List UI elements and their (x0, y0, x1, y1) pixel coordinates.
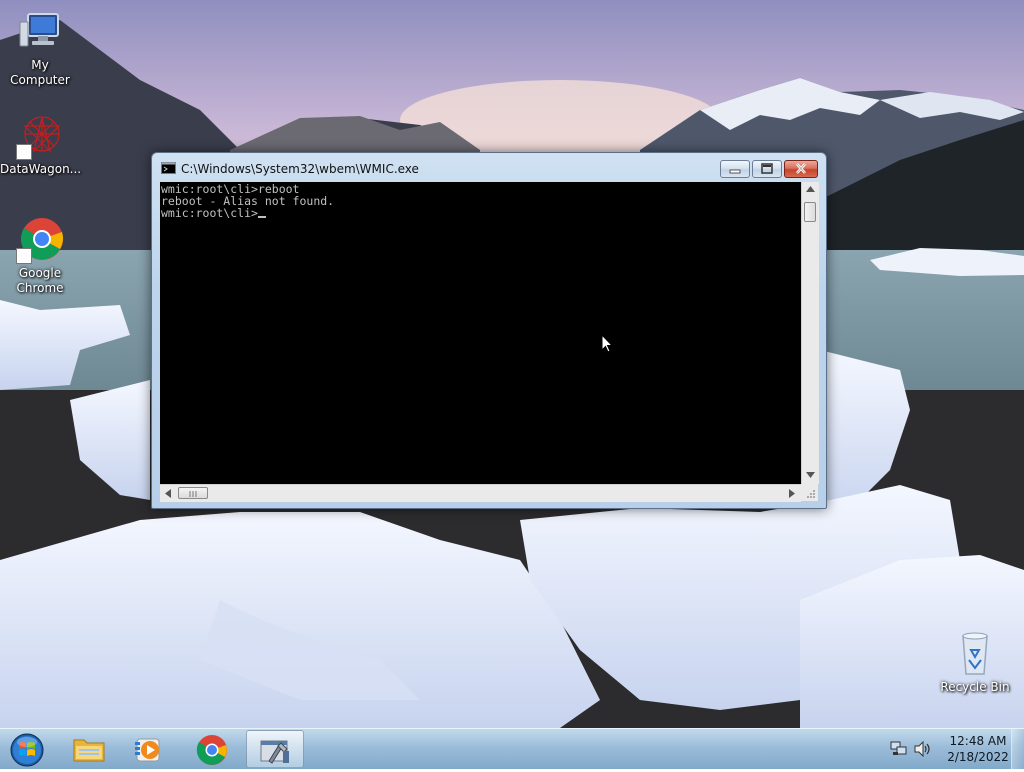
taskbar-file-explorer-button[interactable] (60, 730, 118, 768)
maximize-button[interactable] (752, 160, 782, 178)
start-button[interactable] (6, 730, 46, 768)
scroll-left-icon[interactable] (165, 489, 171, 498)
taskbar-media-player-button[interactable] (120, 730, 178, 768)
console-prompt: wmic:root\cli> (161, 206, 258, 220)
datawagon-icon (16, 112, 64, 160)
horizontal-scrollbar[interactable] (160, 484, 801, 502)
clock-date: 2/18/2022 (947, 750, 1009, 764)
resize-grip[interactable] (801, 484, 818, 501)
close-button[interactable] (784, 160, 818, 178)
desktop-icon-label: Recycle Bin (940, 680, 1010, 694)
desktop-icon-label: My Computer (10, 58, 70, 87)
desktop-icon-my-computer[interactable]: My Computer (0, 8, 80, 88)
window-titlebar[interactable]: C:\Windows\System32\wbem\WMIC.exe (152, 153, 826, 181)
console-app-icon (161, 162, 176, 174)
scroll-down-icon[interactable] (806, 472, 815, 478)
shortcut-arrow-icon (16, 248, 32, 264)
maximize-icon (761, 163, 773, 174)
chrome-icon (16, 216, 64, 264)
desktop-icon-label: Google Chrome (16, 266, 64, 295)
scroll-up-icon[interactable] (806, 186, 815, 192)
show-desktop-button[interactable] (1011, 729, 1024, 769)
minimize-button[interactable] (720, 160, 750, 178)
taskbar-google-chrome-button[interactable] (183, 730, 241, 768)
wmic-console-window[interactable]: C:\Windows\System32\wbem\WMIC.exe wmic:r… (151, 152, 827, 509)
network-icon[interactable] (890, 741, 908, 757)
media-player-icon (135, 738, 160, 762)
desktop-icon-recycle-bin[interactable]: Recycle Bin (935, 630, 1015, 695)
system-tray[interactable]: 12:48 AM 2/18/2022 (884, 729, 1024, 769)
folder-icon (73, 739, 105, 762)
mouse-pointer-icon (601, 334, 614, 353)
horizontal-scroll-thumb[interactable] (178, 487, 208, 499)
taskbar-wmic-console-button[interactable] (246, 730, 304, 768)
desktop[interactable]: My Computer DataWagon... Google Chrome R… (0, 0, 1024, 728)
recycle-bin-icon (951, 630, 999, 678)
desktop-icon-google-chrome[interactable]: Google Chrome (0, 216, 80, 296)
resize-grip-icon (807, 490, 815, 498)
vertical-scrollbar[interactable] (801, 182, 819, 484)
console-prompt-line: wmic:root\cli> (161, 207, 801, 219)
chrome-icon (196, 735, 227, 765)
computer-icon (16, 8, 64, 56)
close-icon (796, 163, 806, 174)
vertical-scroll-thumb[interactable] (804, 202, 816, 222)
minimize-icon (729, 169, 741, 174)
grip-lines-icon (189, 491, 197, 497)
desktop-icon-label: DataWagon... (0, 162, 82, 176)
taskbar[interactable]: 12:48 AM 2/18/2022 (0, 728, 1024, 769)
taskbar-clock[interactable]: 12:48 AM 2/18/2022 (946, 733, 1010, 765)
text-cursor (257, 216, 266, 218)
scroll-right-icon[interactable] (789, 489, 795, 498)
wmic-tool-icon (260, 740, 289, 764)
windows-start-orb-icon (10, 733, 44, 767)
window-title: C:\Windows\System32\wbem\WMIC.exe (181, 162, 419, 176)
volume-icon[interactable] (914, 741, 932, 757)
desktop-icon-datawagon[interactable]: DataWagon... (0, 112, 82, 177)
shortcut-arrow-icon (16, 144, 32, 160)
clock-time: 12:48 AM (949, 734, 1007, 748)
console-output[interactable]: wmic:root\cli>reboot reboot - Alias not … (160, 182, 801, 484)
